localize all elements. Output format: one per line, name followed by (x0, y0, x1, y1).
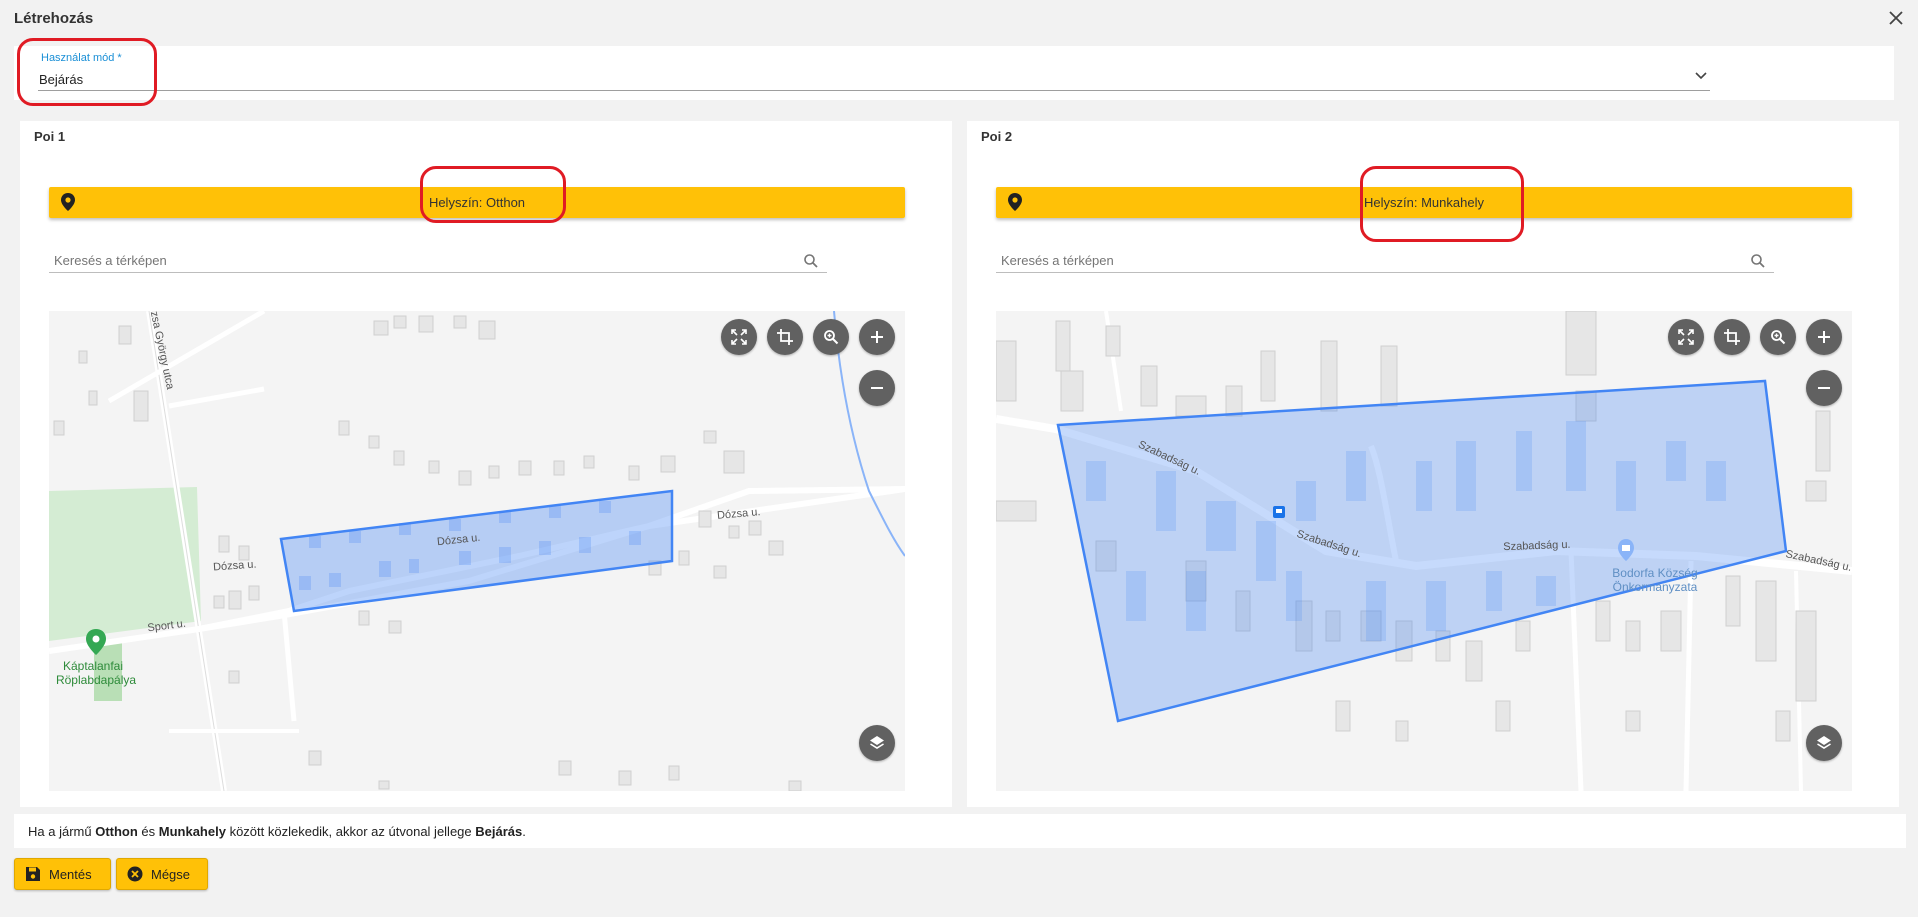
crop-icon (777, 329, 793, 345)
fullscreen-icon (731, 329, 747, 345)
dialog-title: Létrehozás (14, 10, 94, 27)
poi-1-title: Poi 1 (34, 129, 66, 144)
poi-1-location-text: Helyszín: Otthon (428, 195, 526, 210)
zoom-out-button[interactable] (1806, 370, 1842, 406)
poi-1-card: Poi 1 Helyszín: Otthon Keresés a térképe… (20, 121, 952, 807)
map-label-poi-2: Röplabdapálya (56, 673, 136, 687)
map-label-szabadsag-3: Szabadság u. (1503, 539, 1571, 553)
poi-1-location-bar[interactable]: Helyszín: Otthon (49, 187, 905, 218)
info-work: Munkahely (158, 824, 226, 839)
poi-2-card: Poi 2 Helyszín: Munkahely Keresés a térk… (967, 121, 1899, 807)
poi-2-map[interactable]: Szabadság u. Szabadság u. Szabadság u. S… (996, 311, 1852, 791)
info-home: Otthon (95, 824, 138, 839)
usage-mode-card: Használat mód * Bejárás (14, 46, 1894, 100)
zoom-out-button[interactable] (859, 370, 895, 406)
cancel-button[interactable]: Mégse (116, 858, 208, 890)
layers-button[interactable] (1806, 725, 1842, 761)
map-label-municipality-1: Bodorfa Község (1612, 566, 1697, 580)
minus-icon (1818, 387, 1830, 389)
layers-icon (1817, 736, 1831, 749)
usage-mode-underline (38, 90, 1710, 91)
fullscreen-button[interactable] (1668, 319, 1704, 355)
layers-button[interactable] (859, 725, 895, 761)
poi-2-location-bar[interactable]: Helyszín: Munkahely (996, 187, 1852, 218)
plus-icon (1818, 331, 1830, 343)
usage-mode-label: Használat mód * (41, 52, 122, 64)
info-mode: Bejárás (475, 824, 523, 839)
search-icon[interactable] (1750, 253, 1766, 269)
zoom-in-button[interactable] (859, 319, 895, 355)
layers-icon (870, 736, 884, 749)
minus-icon (871, 387, 883, 389)
crop-button[interactable] (767, 319, 803, 355)
poi-1-search (49, 249, 827, 275)
zoom-area-button[interactable] (813, 319, 849, 355)
map-label-poi-1: Káptalanfai (63, 659, 123, 673)
zoom-in-button[interactable] (1806, 319, 1842, 355)
poi-1-search-input[interactable] (49, 249, 827, 273)
poi-2-search (996, 249, 1774, 275)
poi-2-search-input[interactable] (996, 249, 1774, 273)
zoom-area-button[interactable] (1760, 319, 1796, 355)
crop-button[interactable] (1714, 319, 1750, 355)
zoom-search-icon (824, 330, 839, 345)
save-button-label: Mentés (49, 866, 92, 882)
floppy-disk-icon (26, 867, 40, 881)
usage-mode-select[interactable]: Bejárás (39, 72, 83, 87)
map-label-municipality-2: Önkormányzata (1613, 580, 1698, 594)
close-button[interactable] (1886, 8, 1906, 28)
poi-1-map[interactable]: Dózsa u. Dózsa u. Dózsa u. Sport u. zsa … (49, 311, 905, 791)
plus-icon (871, 331, 883, 343)
cancel-button-label: Mégse (151, 866, 191, 882)
route-info-text: Ha a jármű Otthon és Munkahely között kö… (14, 814, 1906, 848)
search-icon[interactable] (803, 253, 819, 269)
crop-icon (1724, 329, 1740, 345)
poi-2-location-text: Helyszín: Munkahely (1364, 195, 1484, 210)
info-part-2: és (137, 824, 159, 839)
chevron-down-icon[interactable] (1694, 68, 1708, 82)
info-part-3: között közlekedik, akkor az útvonal jell… (225, 824, 476, 839)
fullscreen-icon (1678, 329, 1694, 345)
fullscreen-button[interactable] (721, 319, 757, 355)
info-part-4: . (522, 824, 526, 839)
save-button[interactable]: Mentés (14, 858, 111, 890)
info-part-1: Ha a jármű (28, 824, 96, 839)
zoom-search-icon (1771, 330, 1786, 345)
cancel-circle-icon (127, 866, 143, 882)
close-icon (1889, 11, 1903, 25)
poi-2-title: Poi 2 (981, 129, 1013, 144)
